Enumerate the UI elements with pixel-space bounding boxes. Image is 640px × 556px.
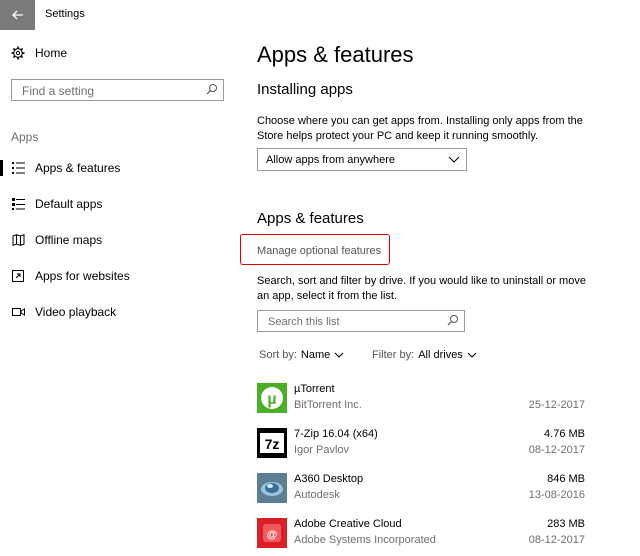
sidebar-item-label: Apps & features [35,161,121,175]
search-list-box[interactable] [257,310,465,332]
find-setting-input[interactable] [20,81,204,101]
manage-optional-features-link[interactable]: Manage optional features [257,245,381,257]
installing-apps-heading: Installing apps [257,81,353,98]
default-apps-icon [11,197,25,211]
active-indicator [0,160,3,176]
apps-features-description: Search, sort and filter by drive. If you… [257,275,586,302]
filter-by-label: Filter by: [372,349,415,361]
app-name: µTorrent [294,383,335,395]
window-title: Settings [45,8,85,20]
list-item[interactable]: 7z 7-Zip 16.04 (x64) Igor Pavlov 4.76 MB… [257,428,585,466]
sidebar-item-label: Default apps [35,197,103,211]
utorrent-icon: µ [257,383,287,413]
app-publisher: Igor Pavlov [294,444,350,456]
7zip-icon: 7z [257,428,287,458]
sidebar-item-apps-features[interactable]: Apps & features [11,161,120,175]
back-arrow-icon [11,10,23,20]
sort-by-label: Sort by: [259,349,297,361]
sidebar-item-video-playback[interactable]: Video playback [11,305,116,319]
sort-by-dropdown[interactable]: Sort by: Name [259,349,344,361]
gear-icon [11,46,25,60]
list-item[interactable]: A360 Desktop Autodesk 846 MB 13-08-2016 [257,473,585,511]
app-publisher: Autodesk [294,489,340,501]
title-bar: Settings [0,0,640,30]
list-item[interactable]: @ Adobe Creative Cloud Adobe Systems Inc… [257,518,585,556]
sidebar-item-label: Offline maps [35,233,103,247]
page-title: Apps & features [257,42,414,67]
sidebar-item-offline-maps[interactable]: Offline maps [11,233,102,247]
sidebar-item-label: Video playback [35,305,117,319]
app-name: A360 Desktop [294,473,364,485]
app-publisher: BitTorrent Inc. [294,399,362,411]
find-setting-search[interactable] [11,79,224,101]
app-size: 283 MB [547,518,585,530]
filter-by-value: All drives [418,349,463,361]
a360-icon [257,473,287,503]
home-nav-item[interactable]: Home [11,46,67,60]
home-label: Home [35,46,68,60]
search-icon[interactable] [447,314,459,326]
chevron-down-icon [334,352,344,358]
sidebar-item-label: Apps for websites [35,269,130,283]
video-icon [11,305,25,319]
app-date: 13-08-2016 [528,489,585,501]
app-date: 08-12-2017 [528,444,585,456]
app-date: 08-12-2017 [528,534,585,546]
search-icon[interactable] [206,83,218,95]
back-button[interactable] [0,0,35,30]
svg-text:µ: µ [267,391,276,408]
list-item[interactable]: µ µTorrent BitTorrent Inc. 25-12-2017 [257,383,585,421]
app-size: 4.76 MB [544,428,585,440]
sidebar-item-default-apps[interactable]: Default apps [11,197,102,211]
app-name: Adobe Creative Cloud [294,518,402,530]
filter-by-dropdown[interactable]: Filter by: All drives [372,349,477,361]
chevron-down-icon [467,352,477,358]
install-source-value: Allow apps from anywhere [266,153,396,166]
apps-features-heading: Apps & features [257,210,364,227]
app-date: 25-12-2017 [528,399,585,411]
chevron-down-icon [448,156,460,163]
svg-text:7z: 7z [265,436,280,452]
search-list-input[interactable] [266,312,440,332]
install-source-dropdown[interactable]: Allow apps from anywhere [257,148,467,171]
sidebar-item-apps-for-websites[interactable]: Apps for websites [11,269,130,283]
adobe-cc-icon: @ [257,518,287,548]
app-publisher: Adobe Systems Incorporated [294,534,436,546]
open-link-icon [11,269,25,283]
sidebar-section-label: Apps [11,130,39,144]
sort-by-value: Name [300,349,331,361]
app-name: 7-Zip 16.04 (x64) [294,428,378,440]
app-size: 846 MB [547,473,585,485]
list-icon [11,161,25,175]
map-icon [11,233,25,247]
installing-apps-description: Choose where you can get apps from. Inst… [257,115,583,142]
svg-text:@: @ [267,529,278,541]
